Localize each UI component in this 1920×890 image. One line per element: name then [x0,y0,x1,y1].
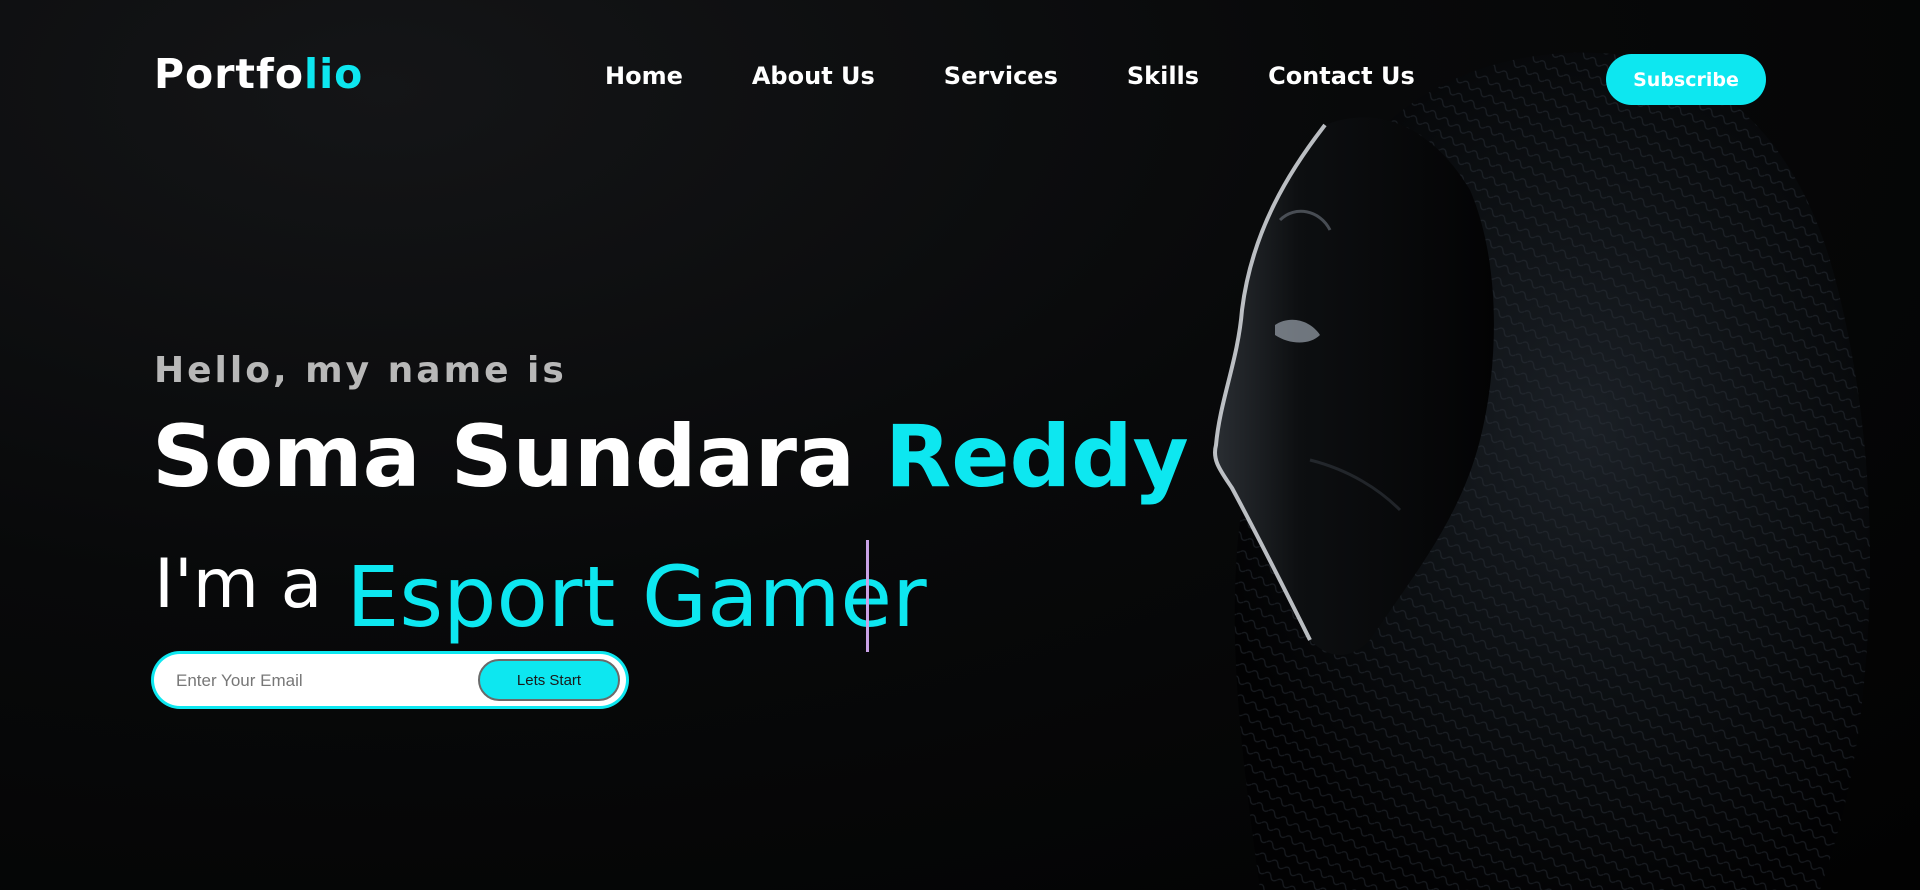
hero-role-line: I'm a Esport Gamer [154,535,927,640]
email-input[interactable] [174,654,478,706]
logo-text-accent: lio [304,50,364,98]
logo-text-main: Portfo [154,50,305,98]
nav-item-about-us[interactable]: About Us [752,62,875,90]
hero-name-accent: Reddy [884,407,1189,507]
hero-greeting: Hello, my name is [154,350,567,391]
subscribe-button[interactable]: Subscribe [1606,54,1766,105]
hero-name-main: Soma Sundara [152,407,885,507]
hero-role-text: Esport Gamer [346,548,927,646]
nav-item-skills[interactable]: Skills [1127,62,1199,90]
logo[interactable]: Portfolio [154,50,363,98]
lets-start-button[interactable]: Lets Start [478,659,620,701]
hooded-mask-figure-icon [1213,52,1870,890]
typing-cursor [866,540,869,652]
hero-role-prefix: I'm a [154,545,323,624]
hero-name: Soma Sundara Reddy [152,407,1189,507]
main-nav: Home About Us Services Skills Contact Us [605,62,1484,90]
nav-item-services[interactable]: Services [944,62,1058,90]
email-signup-form: Lets Start [154,654,626,706]
nav-item-home[interactable]: Home [605,62,683,90]
nav-item-contact-us[interactable]: Contact Us [1268,62,1415,90]
page: Portfolio Home About Us Services Skills … [0,0,1920,890]
